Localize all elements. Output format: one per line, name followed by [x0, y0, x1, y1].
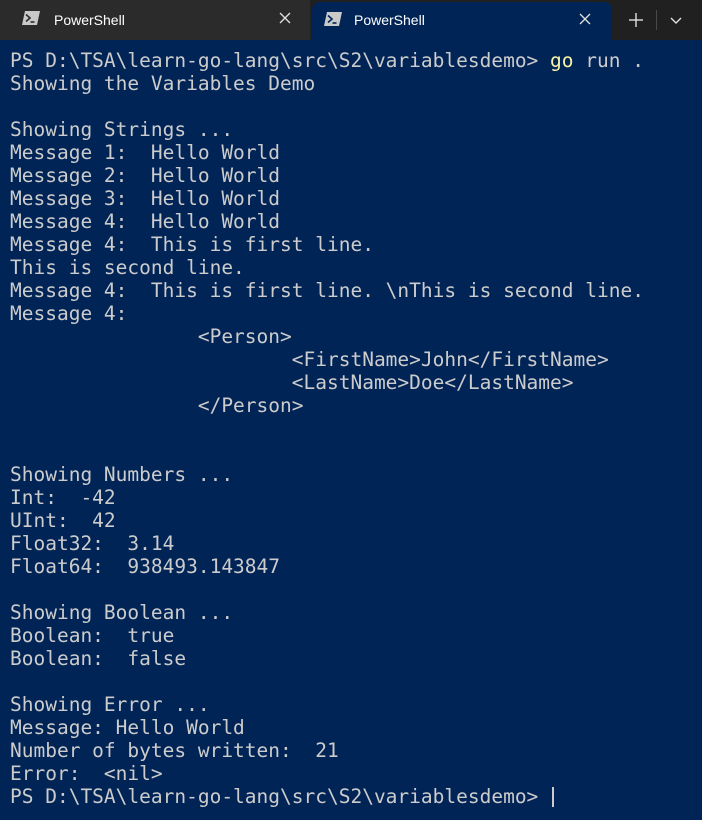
terminal-lines: PS D:\TSA\learn-go-lang\src\S2\variables…: [10, 49, 644, 808]
powershell-icon: [22, 11, 40, 25]
output-line: Float64: 938493.143847: [10, 555, 281, 578]
command-line: PS D:\TSA\learn-go-lang\src\S2\variables…: [10, 49, 644, 72]
output-line: Message 4: This is first line. \nThis is…: [10, 279, 644, 302]
terminal-window: PowerShell PowerShell PS D:\TSA\learn-go…: [0, 0, 702, 820]
powershell-icon: [324, 12, 342, 26]
output-line: <Person>: [10, 325, 292, 348]
output-line: This is second line.: [10, 256, 245, 279]
tab-powershell-1[interactable]: PowerShell: [0, 0, 310, 40]
output-line: Int: -42: [10, 486, 116, 509]
output-line: Error: <nil>: [10, 762, 163, 785]
command-args: run .: [573, 49, 644, 72]
output-line: Message 4:: [10, 302, 128, 325]
output-line: Number of bytes written: 21: [10, 739, 339, 762]
chevron-down-icon[interactable]: [664, 8, 688, 32]
output-line: UInt: 42: [10, 509, 116, 532]
output-line: Message 2: Hello World: [10, 164, 281, 187]
output-line: </Person>: [10, 394, 304, 417]
output-line: Showing Strings ...: [10, 118, 234, 141]
close-icon[interactable]: [578, 12, 592, 26]
new-tab-button[interactable]: [624, 8, 648, 32]
output-line: Boolean: true: [10, 624, 175, 647]
output-line: Boolean: false: [10, 647, 187, 670]
output-line: Showing the Variables Demo: [10, 72, 316, 95]
tab-bar-divider: [656, 10, 657, 30]
output-line: Message 1: Hello World: [10, 141, 281, 164]
output-line: <FirstName>John</FirstName>: [10, 348, 609, 371]
prompt-text: PS D:\TSA\learn-go-lang\src\S2\variables…: [10, 785, 551, 808]
output-line: Float32: 3.14: [10, 532, 175, 555]
output-line: Showing Boolean ...: [10, 601, 234, 624]
output-line: Showing Numbers ...: [10, 463, 234, 486]
terminal-output[interactable]: PS D:\TSA\learn-go-lang\src\S2\variables…: [0, 40, 702, 820]
output-line: Showing Error ...: [10, 693, 210, 716]
text-cursor: [552, 787, 555, 807]
output-line: Message 4: This is first line.: [10, 233, 374, 256]
tab-label: PowerShell: [354, 12, 425, 28]
output-line: Message 4: Hello World: [10, 210, 281, 233]
tab-bar: PowerShell PowerShell: [0, 0, 702, 40]
tab-label: PowerShell: [54, 12, 125, 28]
output-line: Message: Hello World: [10, 716, 245, 739]
output-line: <LastName>Doe</LastName>: [10, 371, 574, 394]
command-name: go: [550, 49, 574, 72]
final-prompt-line: PS D:\TSA\learn-go-lang\src\S2\variables…: [10, 785, 644, 808]
prompt-text: PS D:\TSA\learn-go-lang\src\S2\variables…: [10, 49, 551, 72]
close-icon[interactable]: [278, 11, 292, 25]
tab-powershell-2[interactable]: PowerShell: [312, 2, 612, 40]
output-line: Message 3: Hello World: [10, 187, 281, 210]
